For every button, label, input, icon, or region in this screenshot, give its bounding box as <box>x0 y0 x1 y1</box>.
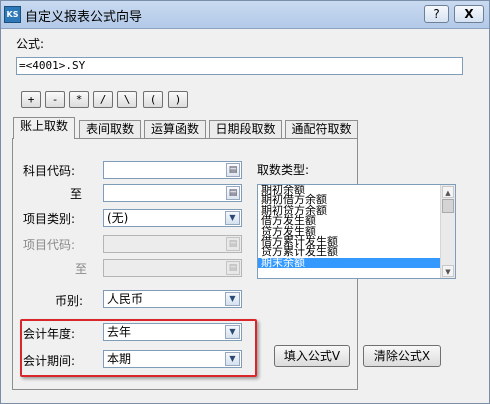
item-code-input: ▤ <box>103 235 242 253</box>
operator-multiply-button[interactable]: * <box>69 91 89 108</box>
formula-label: 公式: <box>16 37 45 51</box>
formula-wizard-dialog: KS 自定义报表公式向导 ? X 公式: =<4001>.SY + - * / … <box>0 0 490 404</box>
item-code-to-label: 至 <box>75 262 88 276</box>
title-bar[interactable]: KS 自定义报表公式向导 ? X <box>1 1 489 29</box>
account-code-to-label: 至 <box>70 187 83 201</box>
account-code-label: 科目代码: <box>23 164 76 178</box>
item-category-select[interactable]: (无) ▼ <box>103 209 242 227</box>
chevron-down-icon[interactable]: ▼ <box>225 211 240 225</box>
lookup-icon[interactable]: ▤ <box>226 186 240 200</box>
operator-divide-button[interactable]: / <box>93 91 113 108</box>
account-code-to-input[interactable]: ▤ <box>103 184 242 202</box>
fetch-type-scrollbar[interactable]: ▲ ▼ <box>440 185 455 278</box>
chevron-down-icon[interactable]: ▼ <box>225 292 240 306</box>
item-category-label: 项目类别: <box>23 212 76 226</box>
item-category-value: (无) <box>107 211 129 225</box>
account-code-input[interactable]: ▤ <box>103 161 242 179</box>
fetch-type-items: 期初余额 期初借方余额 期初贷方余额 借方发生额 贷方发生额 借方累计发生额 贷… <box>258 185 440 269</box>
help-button[interactable]: ? <box>424 5 449 23</box>
highlight-annotation <box>20 319 257 377</box>
scroll-thumb[interactable] <box>442 199 454 213</box>
tab-account-fetch[interactable]: 账上取数 <box>13 117 75 139</box>
tab-cross-sheet-fetch[interactable]: 表间取数 <box>79 120 141 138</box>
operator-close-paren-button[interactable]: ) <box>168 91 188 108</box>
operator-plus-button[interactable]: + <box>21 91 41 108</box>
currency-label: 币别: <box>55 294 84 308</box>
list-item-selected[interactable]: 期末余额 <box>258 257 440 269</box>
formula-input[interactable]: =<4001>.SY <box>16 57 463 75</box>
fetch-type-list[interactable]: 期初余额 期初借方余额 期初贷方余额 借方发生额 贷方发生额 借方累计发生额 贷… <box>257 184 456 279</box>
clear-formula-button[interactable]: 清除公式X <box>363 345 441 367</box>
fetch-type-label: 取数类型: <box>257 163 310 177</box>
operator-open-paren-button[interactable]: ( <box>143 91 163 108</box>
operator-backslash-button[interactable]: \ <box>117 91 137 108</box>
currency-select[interactable]: 人民币 ▼ <box>103 290 242 308</box>
window-title: 自定义报表公式向导 <box>25 10 143 25</box>
scroll-up-icon[interactable]: ▲ <box>442 186 454 198</box>
currency-value: 人民币 <box>107 292 144 306</box>
tab-operation-functions[interactable]: 运算函数 <box>144 120 206 138</box>
tab-wildcard-fetch[interactable]: 通配符取数 <box>285 120 358 138</box>
lookup-icon: ▤ <box>226 261 240 275</box>
item-code-to-input: ▤ <box>103 259 242 277</box>
scroll-down-icon[interactable]: ▼ <box>442 265 454 277</box>
operator-minus-button[interactable]: - <box>45 91 65 108</box>
lookup-icon: ▤ <box>226 237 240 251</box>
tab-date-range-fetch[interactable]: 日期段取数 <box>209 120 282 138</box>
insert-formula-button[interactable]: 填入公式V <box>274 345 350 367</box>
app-icon: KS <box>4 6 21 23</box>
lookup-icon[interactable]: ▤ <box>226 163 240 177</box>
item-code-label: 项目代码: <box>23 238 76 252</box>
close-button[interactable]: X <box>454 5 484 23</box>
